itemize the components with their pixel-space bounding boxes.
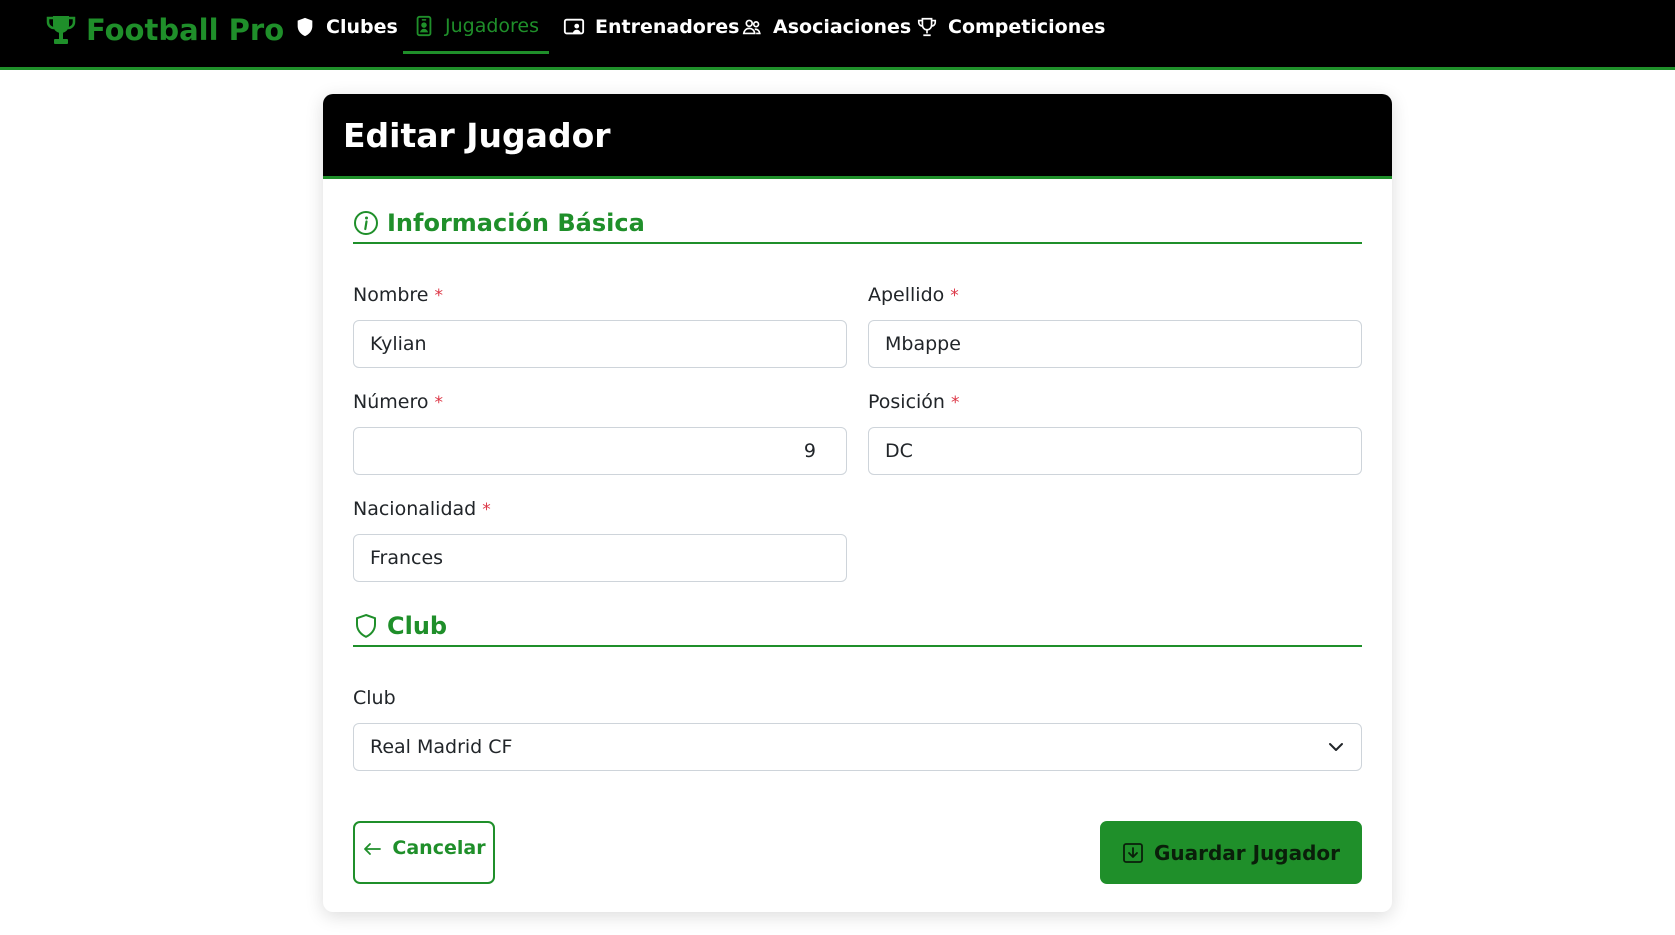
nombre-label-text: Nombre xyxy=(353,284,429,306)
nacionalidad-label: Nacionalidad * xyxy=(353,498,491,520)
numero-label: Número * xyxy=(353,391,443,413)
cancel-button[interactable]: Cancelar xyxy=(353,821,495,884)
shield-icon xyxy=(356,613,376,638)
trophy-icon xyxy=(917,17,937,37)
nombre-field[interactable] xyxy=(353,320,847,368)
trophy-icon xyxy=(46,16,76,44)
person-badge-icon xyxy=(416,15,432,36)
nav-label: Clubes xyxy=(326,16,398,38)
numero-field[interactable] xyxy=(353,427,847,475)
arrow-left-icon xyxy=(364,843,382,855)
page-title: Editar Jugador xyxy=(343,115,611,155)
info-circle-icon xyxy=(354,211,378,235)
top-navbar: Football Pro Clubes Jugadores Entrenador… xyxy=(0,0,1675,70)
nav-label: Jugadores xyxy=(445,14,540,37)
save-player-button[interactable]: Guardar Jugador xyxy=(1100,821,1362,884)
apellido-label-text: Apellido xyxy=(868,284,945,306)
nav-label: Competiciones xyxy=(948,16,1106,38)
nav-label: Entrenadores xyxy=(595,16,740,38)
person-video-icon xyxy=(563,18,585,35)
required-mark: * xyxy=(950,393,960,413)
nav-label: Asociaciones xyxy=(773,16,912,38)
section-club: Club xyxy=(353,607,1362,647)
chevron-down-icon xyxy=(1329,743,1343,751)
nombre-label: Nombre * xyxy=(353,284,443,306)
shield-icon xyxy=(297,17,313,37)
nacionalidad-field[interactable] xyxy=(353,534,847,582)
numero-label-text: Número xyxy=(353,391,429,413)
download-save-icon xyxy=(1123,842,1143,863)
save-label: Guardar Jugador xyxy=(1153,840,1341,865)
posicion-label: Posición * xyxy=(868,391,959,413)
club-label: Club xyxy=(353,687,396,709)
people-icon xyxy=(742,19,761,35)
club-selected-value: Real Madrid CF xyxy=(370,736,513,758)
nacionalidad-label-text: Nacionalidad xyxy=(353,498,477,520)
nav-item-clubes[interactable]: Clubes xyxy=(294,0,398,54)
apellido-field[interactable] xyxy=(868,320,1362,368)
section-title: Club xyxy=(387,612,448,640)
brand-logo[interactable]: Football Pro xyxy=(46,10,284,50)
club-select[interactable]: Real Madrid CF xyxy=(353,723,1362,771)
posicion-field[interactable] xyxy=(868,427,1362,475)
nav-item-jugadores[interactable]: Jugadores xyxy=(403,0,550,54)
section-basic-info: Información Básica xyxy=(353,204,1362,244)
apellido-label: Apellido * xyxy=(868,284,959,306)
card-header: Editar Jugador xyxy=(323,94,1392,179)
nav-item-entrenadores[interactable]: Entrenadores xyxy=(563,0,739,54)
required-mark: * xyxy=(434,393,443,413)
required-mark: * xyxy=(434,286,444,306)
nav-item-asociaciones[interactable]: Asociaciones xyxy=(741,0,911,54)
required-mark: * xyxy=(950,286,959,306)
edit-player-card: Editar Jugador Información Básica Nombre… xyxy=(323,94,1392,912)
posicion-label-text: Posición xyxy=(868,391,945,413)
brand-name: Football Pro xyxy=(86,13,285,47)
required-mark: * xyxy=(482,500,491,520)
cancel-label: Cancelar xyxy=(392,837,486,859)
nav-item-competiciones[interactable]: Competiciones xyxy=(916,0,1105,54)
section-title: Información Básica xyxy=(387,209,645,237)
